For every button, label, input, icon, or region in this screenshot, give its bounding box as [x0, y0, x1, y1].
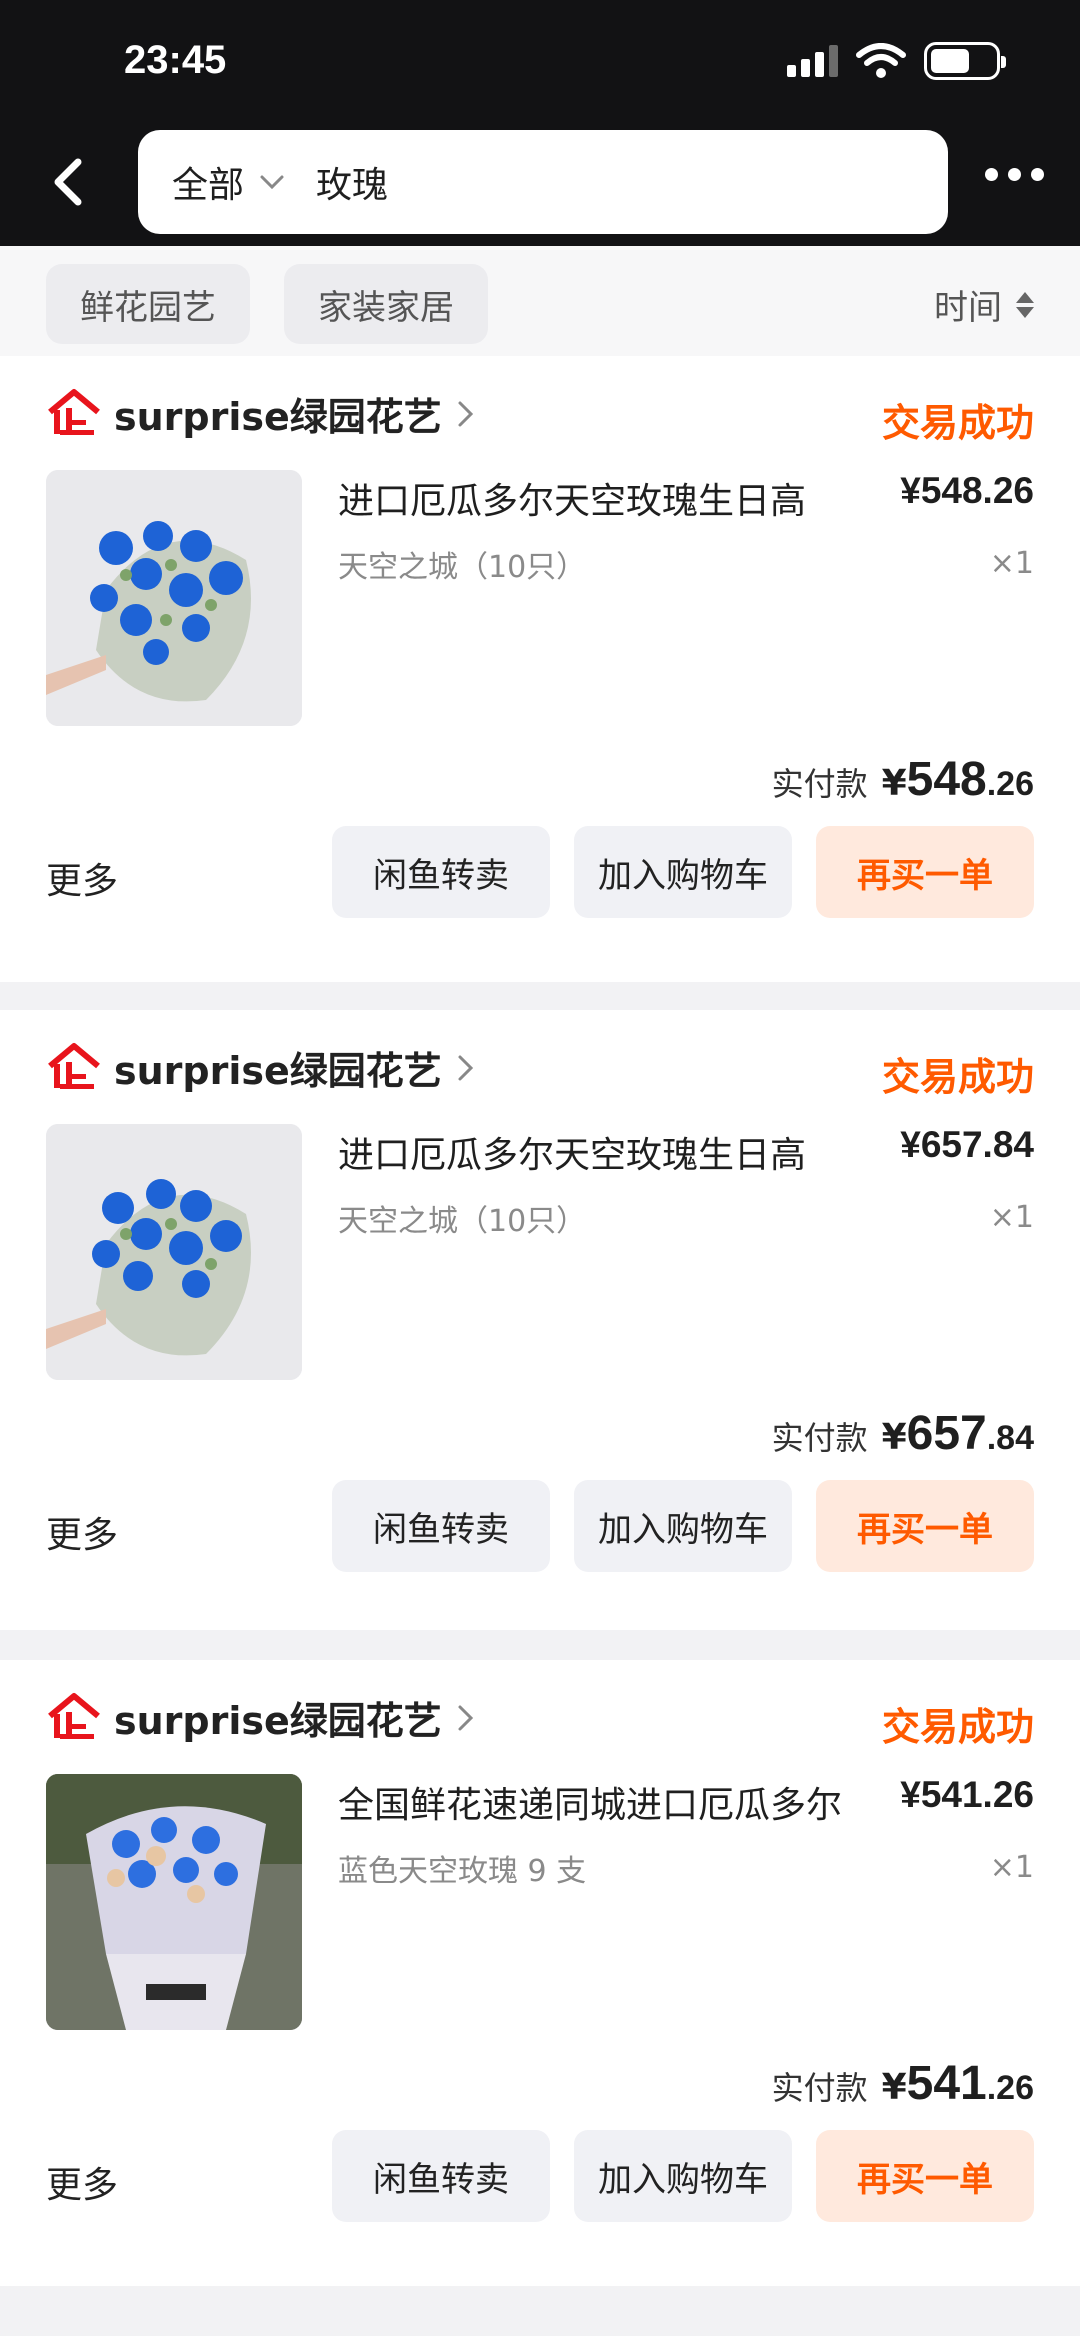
filter-chip-home[interactable]: 家装家居 [284, 264, 488, 344]
status-time: 23:45 [124, 38, 227, 82]
product-thumbnail[interactable] [46, 1124, 302, 1380]
more-dots-icon[interactable] [985, 168, 1044, 181]
chevron-down-icon[interactable] [258, 172, 286, 192]
sort-button[interactable]: 时间 [934, 280, 1034, 329]
filter-chip-flowers[interactable]: 鲜花园艺 [46, 264, 250, 344]
shop-link[interactable]: surprise绿园花艺 [46, 1690, 476, 1745]
quantity: ×1 [989, 546, 1034, 581]
order-status: 交易成功 [881, 1705, 1034, 1749]
sort-arrows-icon [1016, 291, 1034, 318]
shop-link[interactable]: surprise绿园花艺 [46, 386, 476, 441]
chevron-right-icon[interactable] [456, 1703, 476, 1733]
add-to-cart-button[interactable]: 加入购物车 [574, 1480, 792, 1572]
search-box[interactable]: 全部 玫瑰 [138, 130, 948, 234]
product-sku: 天空之城（10只） [338, 550, 587, 585]
paid-amount: 实付款 ¥548.26 [772, 752, 1034, 807]
paid-label: 实付款 [771, 2069, 868, 2107]
battery-icon [924, 42, 1006, 80]
shop-name[interactable]: surprise绿园花艺 [114, 1690, 442, 1745]
tmall-store-logo-icon [48, 388, 100, 435]
chevron-right-icon[interactable] [456, 1053, 476, 1083]
paid-currency: ¥ [881, 2067, 907, 2108]
paid-amount: 实付款 ¥657.84 [772, 1406, 1034, 1461]
product-title[interactable]: 进口厄瓜多尔天空玫瑰生日高 [338, 1126, 806, 1178]
quantity: ×1 [989, 1850, 1034, 1885]
tmall-store-logo-icon [48, 1042, 100, 1089]
more-button[interactable]: 更多 [46, 2156, 118, 2208]
tmall-store-logo-icon [48, 1692, 100, 1739]
order-status: 交易成功 [881, 401, 1034, 445]
resell-button[interactable]: 闲鱼转卖 [332, 2130, 550, 2222]
more-button[interactable]: 更多 [46, 1506, 118, 1558]
product-thumbnail[interactable] [46, 470, 302, 726]
unit-price: ¥548.26 [900, 470, 1034, 511]
chevron-right-icon[interactable] [456, 399, 476, 429]
search-category[interactable]: 全部 [172, 156, 244, 208]
wifi-icon [856, 43, 906, 78]
rebuy-button[interactable]: 再买一单 [816, 826, 1034, 918]
product-thumbnail[interactable] [46, 1774, 302, 2030]
shop-link[interactable]: surprise绿园花艺 [46, 1040, 476, 1095]
add-to-cart-button[interactable]: 加入购物车 [574, 826, 792, 918]
paid-currency: ¥ [881, 1417, 907, 1458]
top-header: 23:45 全部 玫瑰 [0, 0, 1080, 246]
more-button[interactable]: 更多 [46, 852, 118, 904]
paid-amount: 实付款 ¥541.26 [772, 2056, 1034, 2111]
add-to-cart-button[interactable]: 加入购物车 [574, 2130, 792, 2222]
signal-icon [787, 45, 838, 77]
product-sku: 蓝色天空玫瑰 9 支 [338, 1854, 587, 1889]
sort-label: 时间 [934, 288, 1002, 328]
paid-decimal: .26 [986, 2069, 1034, 2107]
resell-button[interactable]: 闲鱼转卖 [332, 1480, 550, 1572]
filter-row: 鲜花园艺 家装家居 时间 [0, 246, 1080, 356]
product-title[interactable]: 进口厄瓜多尔天空玫瑰生日高 [338, 472, 806, 524]
paid-label: 实付款 [771, 765, 868, 803]
paid-currency: ¥ [881, 763, 907, 804]
order-card: surprise绿园花艺 交易成功 全国鲜花速递同城进口厄瓜多尔 蓝色天空玫瑰 … [0, 1660, 1080, 2286]
shop-name[interactable]: surprise绿园花艺 [114, 1040, 442, 1095]
quantity: ×1 [989, 1200, 1034, 1235]
paid-label: 实付款 [771, 1419, 868, 1457]
product-title[interactable]: 全国鲜花速递同城进口厄瓜多尔 [338, 1776, 842, 1828]
paid-integer: 548 [906, 753, 987, 806]
order-card: surprise绿园花艺 交易成功 进口厄瓜多尔天空玫瑰生日高 天空之城（10只… [0, 1010, 1080, 1630]
order-card: surprise绿园花艺 交易成功 进口厄瓜多尔天空玫瑰生日高 天空之城（10只… [0, 356, 1080, 982]
resell-button[interactable]: 闲鱼转卖 [332, 826, 550, 918]
paid-integer: 541 [906, 2057, 987, 2110]
order-status: 交易成功 [881, 1055, 1034, 1099]
status-icons [787, 42, 1006, 80]
product-sku: 天空之城（10只） [338, 1204, 587, 1239]
rebuy-button[interactable]: 再买一单 [816, 2130, 1034, 2222]
rebuy-button[interactable]: 再买一单 [816, 1480, 1034, 1572]
unit-price: ¥541.26 [900, 1774, 1034, 1815]
paid-integer: 657 [906, 1407, 987, 1460]
back-icon[interactable] [44, 150, 92, 214]
shop-name[interactable]: surprise绿园花艺 [114, 386, 442, 441]
paid-decimal: .26 [986, 765, 1034, 803]
search-query[interactable]: 玫瑰 [316, 156, 388, 208]
paid-decimal: .84 [986, 1419, 1034, 1457]
unit-price: ¥657.84 [900, 1124, 1034, 1165]
